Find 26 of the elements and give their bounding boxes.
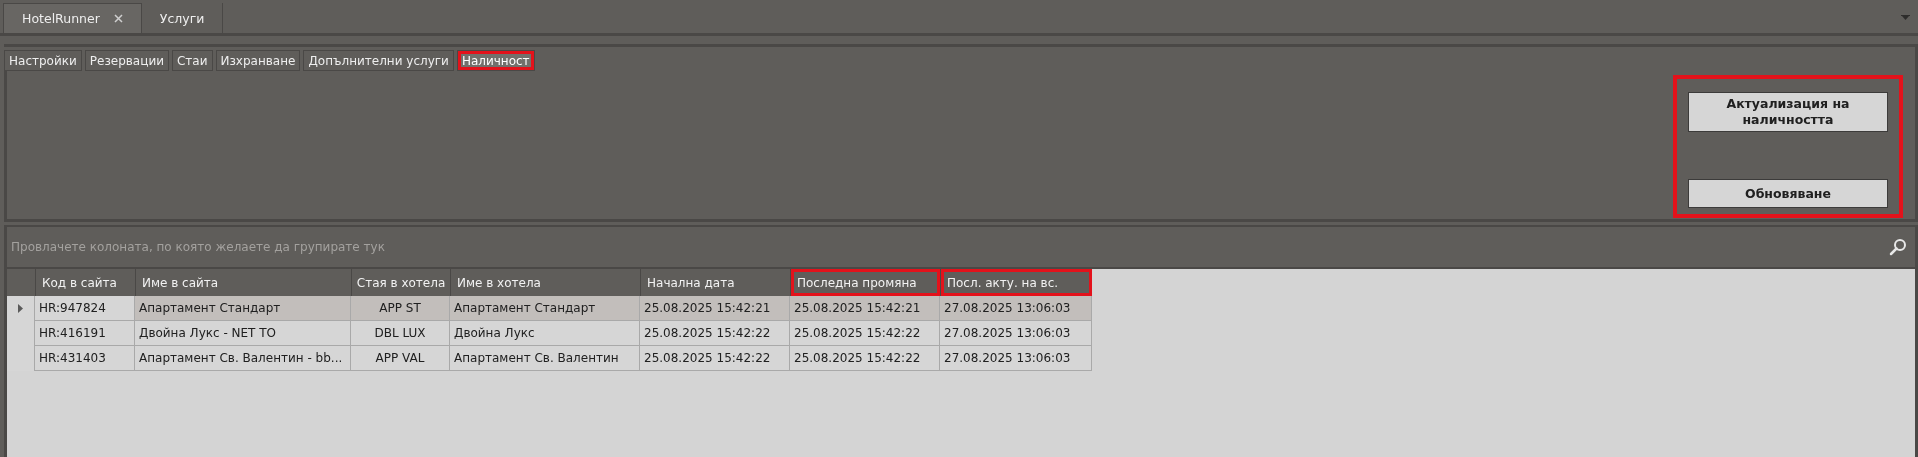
column-header[interactable]: Последна промяна [790, 269, 940, 296]
tab[interactable]: Стаи [172, 50, 213, 71]
refresh-button[interactable]: Обновяване [1688, 179, 1888, 208]
table-cell: APP VAL [351, 346, 450, 371]
tab[interactable]: Наличност [456, 50, 535, 71]
table-cell: 25.08.2025 15:42:22 [790, 346, 940, 371]
table-cell: Апартамент Св. Валентин - bb... [135, 346, 351, 371]
table-row[interactable]: HR:947824 Апартамент Стандарт APP ST Апартамент Стандарт 25.08.2025 15:42:21 25.08.2025 15:42:21 27.08.2025 13:06:03 [7, 296, 1092, 321]
row-pointer-icon [18, 304, 23, 313]
table-cell: HR:947824 [35, 296, 135, 321]
tab[interactable]: Резервации [84, 50, 169, 71]
document-tab[interactable]: Услуги [141, 3, 224, 33]
group-panel-hint: Провлачете колоната, по която желаете да групирате тук [11, 240, 385, 254]
table-cell: 25.08.2025 15:42:22 [640, 346, 790, 371]
table-cell: Апартамент Св. Валентин [450, 346, 640, 371]
dropdown-icon[interactable] [1901, 15, 1910, 21]
close-icon[interactable] [113, 14, 123, 23]
search-icon[interactable] [1889, 238, 1907, 256]
table-cell: 27.08.2025 13:06:03 [940, 346, 1092, 371]
tab[interactable]: Настройки [4, 50, 82, 71]
column-header[interactable]: Посл. акту. на вс. [940, 269, 1092, 296]
table-cell: HR:431403 [35, 346, 135, 371]
tab[interactable]: Допълнителни услуги [303, 50, 454, 71]
document-tab[interactable]: HotelRunner [3, 3, 142, 33]
tab[interactable]: Изхранване [215, 50, 301, 71]
update-availability-button[interactable]: Актуализация на наличността [1688, 92, 1888, 132]
